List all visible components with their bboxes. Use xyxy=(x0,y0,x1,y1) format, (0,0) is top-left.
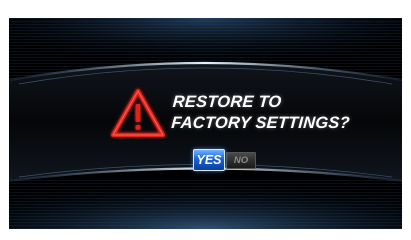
no-button[interactable]: NO xyxy=(226,152,256,169)
dialog-message-line1: RESTORE TO xyxy=(172,93,283,111)
dialog-screen: RESTORE TO FACTORY SETTINGS? YES NO xyxy=(9,18,402,229)
dialog-message-line2: FACTORY SETTINGS? xyxy=(170,114,351,132)
yes-button[interactable]: YES xyxy=(193,149,225,171)
yes-no-selector: YES NO xyxy=(193,149,257,171)
warning-triangle-icon xyxy=(109,87,167,139)
dialog-message: RESTORE TO FACTORY SETTINGS? xyxy=(171,92,352,134)
